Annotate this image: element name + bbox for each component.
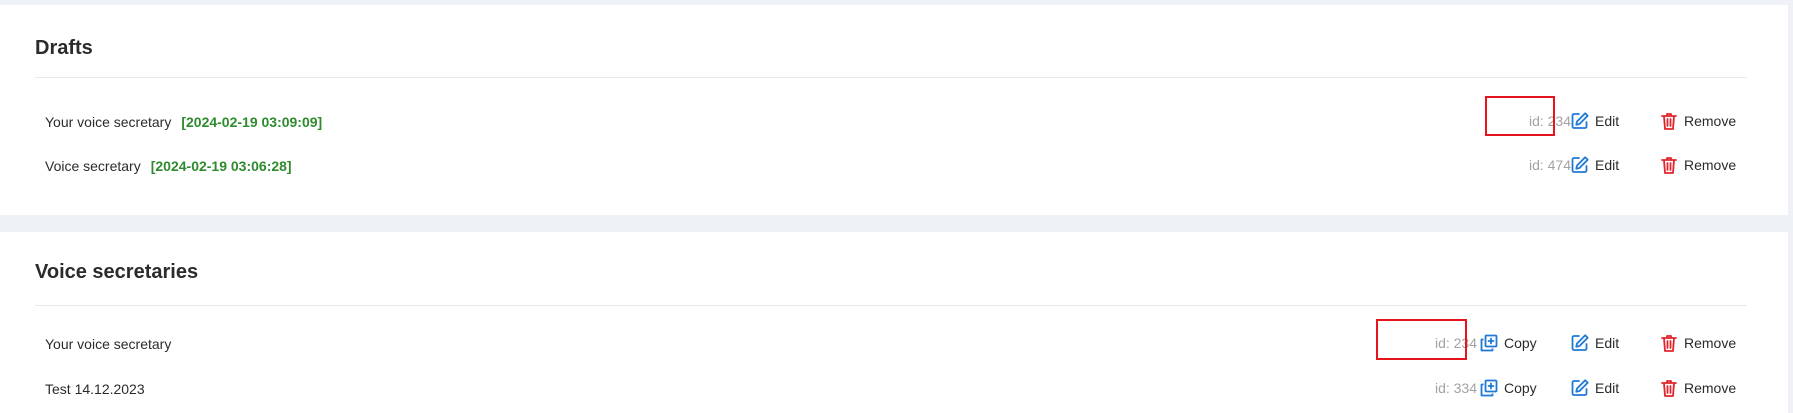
remove-label: Remove	[1684, 335, 1737, 351]
voice-secretaries-divider	[35, 305, 1747, 306]
edit-label: Edit	[1595, 157, 1620, 173]
trash-icon	[1661, 335, 1677, 352]
draft-row-title: Your voice secretary	[45, 114, 172, 130]
trash-icon	[1661, 380, 1677, 397]
remove-button[interactable]: Remove	[1659, 378, 1736, 398]
edit-label: Edit	[1595, 380, 1620, 396]
draft-row: Voice secretary [2024-02-19 03:06:28] id…	[45, 151, 1745, 181]
edit-icon	[1571, 112, 1589, 129]
edit-button[interactable]: Edit	[1570, 111, 1619, 131]
copy-button[interactable]: Copy	[1479, 333, 1537, 353]
remove-label: Remove	[1684, 380, 1737, 396]
edit-label: Edit	[1595, 335, 1620, 351]
id-highlight-box	[1485, 96, 1555, 136]
remove-label: Remove	[1684, 157, 1737, 173]
remove-button[interactable]: Remove	[1659, 111, 1736, 131]
edit-icon	[1571, 379, 1589, 396]
voice-secretaries-title: Voice secretaries	[35, 261, 199, 283]
edit-label: Edit	[1595, 113, 1620, 129]
voice-secretary-row: Test 14.12.2023 id: 334 Copy Edit Remove	[45, 374, 1745, 404]
draft-row-title: Voice secretary	[45, 158, 141, 174]
drafts-title: Drafts	[35, 37, 93, 59]
trash-icon	[1661, 113, 1677, 130]
copy-label: Copy	[1504, 380, 1537, 396]
remove-label: Remove	[1684, 113, 1737, 129]
remove-button[interactable]: Remove	[1659, 333, 1736, 353]
copy-label: Copy	[1504, 335, 1537, 351]
drafts-card: Drafts Your voice secretary [2024-02-19 …	[0, 5, 1788, 215]
trash-icon	[1661, 157, 1677, 174]
draft-row-date: [2024-02-19 03:09:09]	[181, 114, 323, 130]
page: Drafts Your voice secretary [2024-02-19 …	[0, 0, 1793, 413]
voice-secretary-row: Your voice secretary id: 234 Copy Edit R…	[45, 329, 1745, 359]
voice-secretaries-card: Voice secretaries Your voice secretary i…	[0, 232, 1788, 413]
edit-button[interactable]: Edit	[1570, 333, 1619, 353]
voice-secretary-row-title: Test 14.12.2023	[45, 381, 145, 397]
copy-icon	[1480, 379, 1498, 397]
edit-icon	[1571, 334, 1589, 351]
copy-button[interactable]: Copy	[1479, 378, 1537, 398]
copy-icon	[1480, 334, 1498, 352]
draft-row-date: [2024-02-19 03:06:28]	[150, 158, 292, 174]
remove-button[interactable]: Remove	[1659, 155, 1736, 175]
edit-button[interactable]: Edit	[1570, 155, 1619, 175]
drafts-divider	[35, 77, 1747, 78]
edit-icon	[1571, 156, 1589, 173]
id-highlight-box	[1376, 319, 1467, 360]
edit-button[interactable]: Edit	[1570, 378, 1619, 398]
voice-secretary-row-title: Your voice secretary	[45, 336, 172, 352]
